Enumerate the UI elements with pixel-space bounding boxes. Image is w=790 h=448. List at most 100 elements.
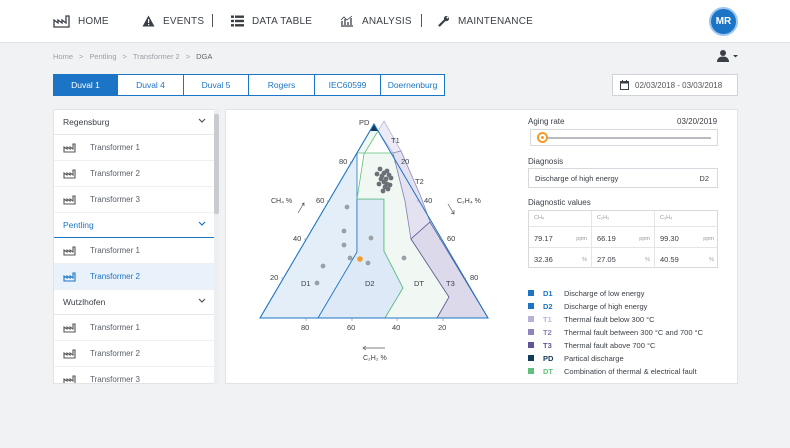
- history-point[interactable]: [347, 255, 353, 261]
- group-label: Pentling: [63, 220, 94, 230]
- legend-item-t2: T2 Thermal fault between 300 °C and 700 °…: [528, 326, 703, 338]
- sidebar-item-transformer[interactable]: Transformer 3: [54, 367, 215, 384]
- sidebar-group-regensburg[interactable]: Regensburg: [54, 110, 215, 135]
- sidebar-item-transformer-selected[interactable]: Transformer 2: [54, 264, 215, 290]
- right-tick-label: 40: [424, 196, 432, 205]
- history-point[interactable]: [374, 171, 380, 177]
- tab-doernenburg[interactable]: Doernenburg: [381, 75, 444, 95]
- bottom-tick-label: 20: [438, 323, 446, 332]
- value-number: 99.30: [660, 234, 679, 243]
- nav-home[interactable]: HOME: [53, 13, 109, 29]
- nav-maintenance[interactable]: MAINTENANCE: [438, 13, 533, 29]
- zone-label-t3: T3: [446, 279, 455, 288]
- value-number: 79.17: [534, 234, 553, 243]
- user-menu[interactable]: [716, 49, 740, 63]
- tab-rogers[interactable]: Rogers: [249, 75, 315, 95]
- group-label: Wutzlhofen: [63, 297, 106, 307]
- legend-item-d2: D2 Discharge of high energy: [528, 300, 647, 312]
- sidebar-item-transformer[interactable]: Transformer 2: [54, 341, 215, 367]
- history-point[interactable]: [314, 280, 320, 286]
- zone-label-pd: PD: [359, 118, 370, 127]
- left-tick-label: 40: [293, 234, 301, 243]
- history-point[interactable]: [401, 255, 407, 261]
- legend-item-pd: PD Partical discharge: [528, 352, 624, 364]
- duval-triangle-chart[interactable]: 80 60 40 20 20 40 60 80 80 60 40 20 PD T…: [226, 110, 526, 385]
- breadcrumb-separator: >: [122, 52, 127, 61]
- sidebar-item-transformer[interactable]: Transformer 1: [54, 315, 215, 341]
- left-tick-label: 60: [316, 196, 324, 205]
- zone-label-d2: D2: [365, 279, 375, 288]
- sidebar-item-label: Transformer 1: [90, 246, 140, 255]
- value-cell: 32.36%: [529, 248, 592, 268]
- nav-divider: [212, 14, 213, 27]
- table-list-icon: [231, 15, 244, 27]
- history-point[interactable]: [380, 188, 386, 194]
- legend-item-dt: DT Combination of thermal & electrical fa…: [528, 365, 697, 377]
- current-point[interactable]: [357, 256, 363, 262]
- legend-swatch: [528, 368, 534, 374]
- left-tick-label: 20: [270, 273, 278, 282]
- chevron-down-icon: [198, 221, 206, 226]
- legend-text: Combination of thermal & electrical faul…: [564, 366, 697, 376]
- history-point[interactable]: [368, 235, 374, 241]
- legend-item-t3: T3 Thermal fault above 700 °C: [528, 339, 655, 351]
- history-point[interactable]: [344, 204, 350, 210]
- nav-events[interactable]: EVENTS: [142, 13, 204, 29]
- sidebar-item-transformer[interactable]: Transformer 1: [54, 238, 215, 264]
- breadcrumb-pentling[interactable]: Pentling: [89, 52, 116, 61]
- aging-rate-slider[interactable]: [530, 129, 718, 146]
- history-point[interactable]: [376, 181, 382, 187]
- diagnosis-text: Discharge of high energy: [535, 173, 619, 183]
- history-point[interactable]: [341, 242, 347, 248]
- diagnostic-values-grid: CH₄ C₂H₂ C₂H₄ 79.17 ppm 66.19 ppm 99.30 ppm…: [528, 210, 718, 268]
- breadcrumb-home[interactable]: Home: [53, 52, 73, 61]
- zone-label-dt: DT: [414, 279, 424, 288]
- history-point[interactable]: [387, 182, 393, 188]
- history-point[interactable]: [341, 228, 347, 234]
- legend-text: Thermal fault above 700 °C: [564, 340, 656, 350]
- value-header-text: C₂H₂: [597, 215, 610, 221]
- asset-sidebar: Regensburg Transformer 1 Transformer 2 T…: [53, 109, 219, 384]
- sidebar-group-pentling[interactable]: Pentling: [54, 213, 215, 238]
- tab-iec60599[interactable]: IEC60599: [315, 75, 381, 95]
- value-cell: 99.30 ppm: [655, 227, 718, 248]
- sidebar-scrollbar[interactable]: [214, 109, 219, 384]
- history-point[interactable]: [378, 176, 384, 182]
- right-tick-label: 80: [470, 273, 478, 282]
- sidebar-item-label: Transformer 3: [90, 195, 140, 204]
- history-point[interactable]: [320, 263, 326, 269]
- transformer-icon: [63, 142, 76, 153]
- history-point[interactable]: [388, 175, 394, 181]
- sidebar-item-transformer[interactable]: Transformer 1: [54, 135, 215, 161]
- date-range-picker[interactable]: 02/03/2018 - 03/03/2018: [612, 74, 738, 96]
- legend-item-t1: T1 Thermal fault below 300 °C: [528, 313, 655, 325]
- tab-duval-5[interactable]: Duval 5: [184, 75, 249, 95]
- history-point[interactable]: [377, 166, 383, 172]
- nav-analysis-label: ANALYSIS: [362, 15, 412, 27]
- breadcrumb-separator: >: [79, 52, 84, 61]
- chevron-down-icon: [198, 298, 206, 303]
- axis-label-ch4: CH₄ %: [271, 198, 292, 205]
- nav-data-table[interactable]: DATA TABLE: [231, 13, 312, 29]
- aging-slider-knob[interactable]: [537, 132, 549, 143]
- sidebar-item-label: Transformer 2: [90, 169, 140, 178]
- brand-logo[interactable]: MR: [709, 7, 738, 36]
- value-number: 66.19: [597, 234, 616, 243]
- nav-analysis[interactable]: ANALYSIS: [340, 13, 412, 29]
- sidebar-group-wutzlhofen[interactable]: Wutzlhofen: [54, 290, 215, 315]
- value-header: C₂H₂: [592, 211, 655, 227]
- legend-code: D1: [543, 288, 553, 298]
- sidebar-item-transformer[interactable]: Transformer 2: [54, 161, 215, 187]
- nav-divider: [421, 14, 422, 27]
- transformer-icon: [63, 194, 76, 205]
- transformer-icon: [63, 374, 76, 383]
- tab-duval-1[interactable]: Duval 1: [54, 75, 118, 95]
- right-tick-label: 60: [447, 234, 455, 243]
- history-point[interactable]: [365, 260, 371, 266]
- nav-events-label: EVENTS: [163, 15, 205, 27]
- tab-duval-4[interactable]: Duval 4: [118, 75, 184, 95]
- breadcrumb-transformer[interactable]: Transformer 2: [133, 52, 180, 61]
- sidebar-item-label: Transformer 3: [90, 375, 140, 384]
- scrollbar-thumb[interactable]: [214, 114, 219, 214]
- sidebar-item-transformer[interactable]: Transformer 3: [54, 187, 215, 213]
